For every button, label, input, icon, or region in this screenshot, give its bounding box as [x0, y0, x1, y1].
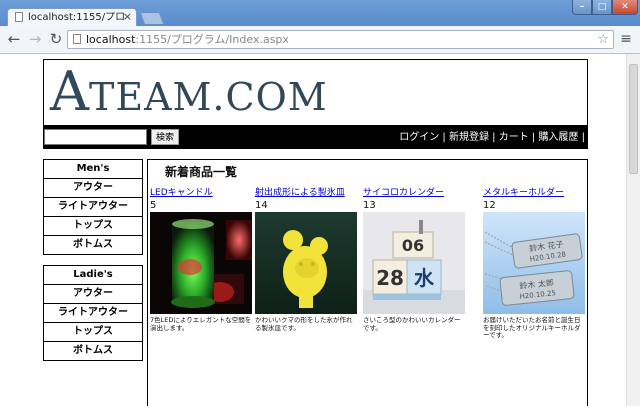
mens-tops-link[interactable]: トップス [44, 217, 142, 236]
link-separator: | [528, 132, 539, 143]
site-logo[interactable]: ATEAM.COM [50, 62, 328, 127]
product-description: 7色LEDによりエレガントな空間を演出します。 [150, 316, 252, 332]
product-stock: 12 [483, 200, 496, 211]
browser-toolbar: ← → ↻ localhost:1155/プログラム/Index.aspx ☆ … [0, 26, 640, 54]
led-candle-image[interactable] [150, 212, 252, 314]
back-icon[interactable]: ← [5, 30, 23, 48]
calendar-month: 06 [402, 236, 424, 255]
forward-icon[interactable]: → [26, 30, 44, 48]
register-link[interactable]: 新規登録 [449, 132, 489, 143]
product-description: お届けいただいたお名前と誕生日を刻印したオリジナルキーホルダーです。 [483, 316, 581, 339]
link-separator: | [439, 132, 449, 143]
page-icon [73, 34, 81, 44]
minimize-button[interactable]: – [572, 0, 592, 15]
link-separator-end: | [578, 132, 585, 143]
mens-heading[interactable]: Men's [44, 160, 142, 179]
menu-icon[interactable]: ≡ [619, 31, 633, 47]
history-link[interactable]: 購入履歴 [538, 132, 578, 143]
cart-link[interactable]: カート [499, 132, 529, 143]
new-products-panel: 新着商品一覧 LEDキャンドル 5 7色LEDによりエレガントな空間を演出します… [147, 159, 588, 406]
product-card: メタルキーホルダー 12 鈴木 花子 H20.10.28 鈴木 太郎 H20.1… [483, 188, 585, 340]
url-host: localhost [86, 33, 136, 46]
tab-close-icon[interactable]: × [123, 10, 132, 24]
url-text[interactable]: localhost:1155/プログラム/Index.aspx [86, 33, 289, 47]
search-button[interactable]: 検索 [151, 129, 179, 145]
product-link[interactable]: LEDキャンドル [150, 188, 252, 199]
header-links: ログイン | 新規登録 | カート | 購入履歴 | [399, 131, 585, 144]
window-close-button[interactable]: ✕ [612, 0, 638, 15]
link-separator: | [488, 132, 499, 143]
calendar-weekday: 水 [414, 266, 435, 290]
page-icon [15, 12, 23, 22]
category-sidebar: Men's アウター ライトアウター トップス ボトムス Ladie's アウタ… [43, 159, 143, 361]
browser-tab[interactable]: localhost:1155/プログラム/In × [7, 8, 137, 26]
maximize-button[interactable]: □ [592, 0, 612, 15]
page-title: 新着商品一覧 [165, 165, 238, 179]
mens-bottoms-link[interactable]: ボトムス [44, 236, 142, 255]
product-description: さいころ型のかわいいカレンダーです。 [363, 316, 461, 332]
star-icon[interactable]: ☆ [597, 31, 609, 48]
ladies-light-outer-link[interactable]: ライトアウター [44, 304, 142, 323]
product-description: かわいいクマの形をした氷が作れる製氷皿です。 [255, 316, 353, 332]
ladies-tops-link[interactable]: トップス [44, 323, 142, 342]
address-bar[interactable]: localhost:1155/プログラム/Index.aspx ☆ [67, 30, 614, 49]
product-link[interactable]: サイコロカレンダー [363, 188, 465, 199]
ladies-bottoms-link[interactable]: ボトムス [44, 342, 142, 361]
page-viewport: ATEAM.COM 検索 ログイン | 新規登録 | カート | 購入履歴 | … [0, 54, 640, 406]
site-banner: ATEAM.COM [43, 59, 588, 126]
logo-rest: TEAM.COM [89, 75, 328, 119]
ice-tray-image[interactable] [255, 212, 357, 314]
mens-category-group: Men's アウター ライトアウター トップス ボトムス [43, 159, 143, 255]
new-tab-button[interactable] [139, 12, 165, 25]
window-titlebar: localhost:1155/プログラム/In × – □ ✕ [0, 0, 640, 26]
product-card: LEDキャンドル 5 7色LEDによりエレガントな空間を演出します。 [150, 188, 252, 332]
header-bar: 検索 ログイン | 新規登録 | カート | 購入履歴 | [43, 126, 588, 149]
product-stock: 5 [150, 200, 157, 211]
product-card: 射出成形による製氷皿 14 かわいいクマの形をした氷が作れる製氷皿です。 [255, 188, 357, 332]
product-stock: 14 [255, 200, 268, 211]
product-stock: 13 [363, 200, 376, 211]
ladies-category-group: Ladie's アウター ライトアウター トップス ボトムス [43, 265, 143, 361]
product-link[interactable]: メタルキーホルダー [483, 188, 585, 199]
calendar-day: 28 [376, 266, 404, 290]
product-card: サイコロカレンダー 13 06 28 水 さいころ型のかわいいカレンダーです。 [363, 188, 465, 332]
scrollbar-thumb[interactable] [629, 64, 638, 174]
logo-initial: A [50, 60, 89, 123]
search-input[interactable] [44, 129, 147, 145]
dice-calendar-image[interactable]: 06 28 水 [363, 212, 465, 314]
vertical-scrollbar[interactable] [626, 54, 640, 406]
product-link[interactable]: 射出成形による製氷皿 [255, 188, 357, 199]
tab-title: localhost:1155/プログラム/In [28, 12, 124, 23]
metal-keyholder-image[interactable]: 鈴木 花子 H20.10.28 鈴木 太郎 H20.10.25 [483, 212, 585, 314]
reload-icon[interactable]: ↻ [47, 30, 65, 48]
ladies-heading[interactable]: Ladie's [44, 266, 142, 285]
ladies-outer-link[interactable]: アウター [44, 285, 142, 304]
mens-outer-link[interactable]: アウター [44, 179, 142, 198]
mens-light-outer-link[interactable]: ライトアウター [44, 198, 142, 217]
login-link[interactable]: ログイン [399, 132, 439, 143]
url-path: :1155/プログラム/Index.aspx [135, 33, 289, 46]
